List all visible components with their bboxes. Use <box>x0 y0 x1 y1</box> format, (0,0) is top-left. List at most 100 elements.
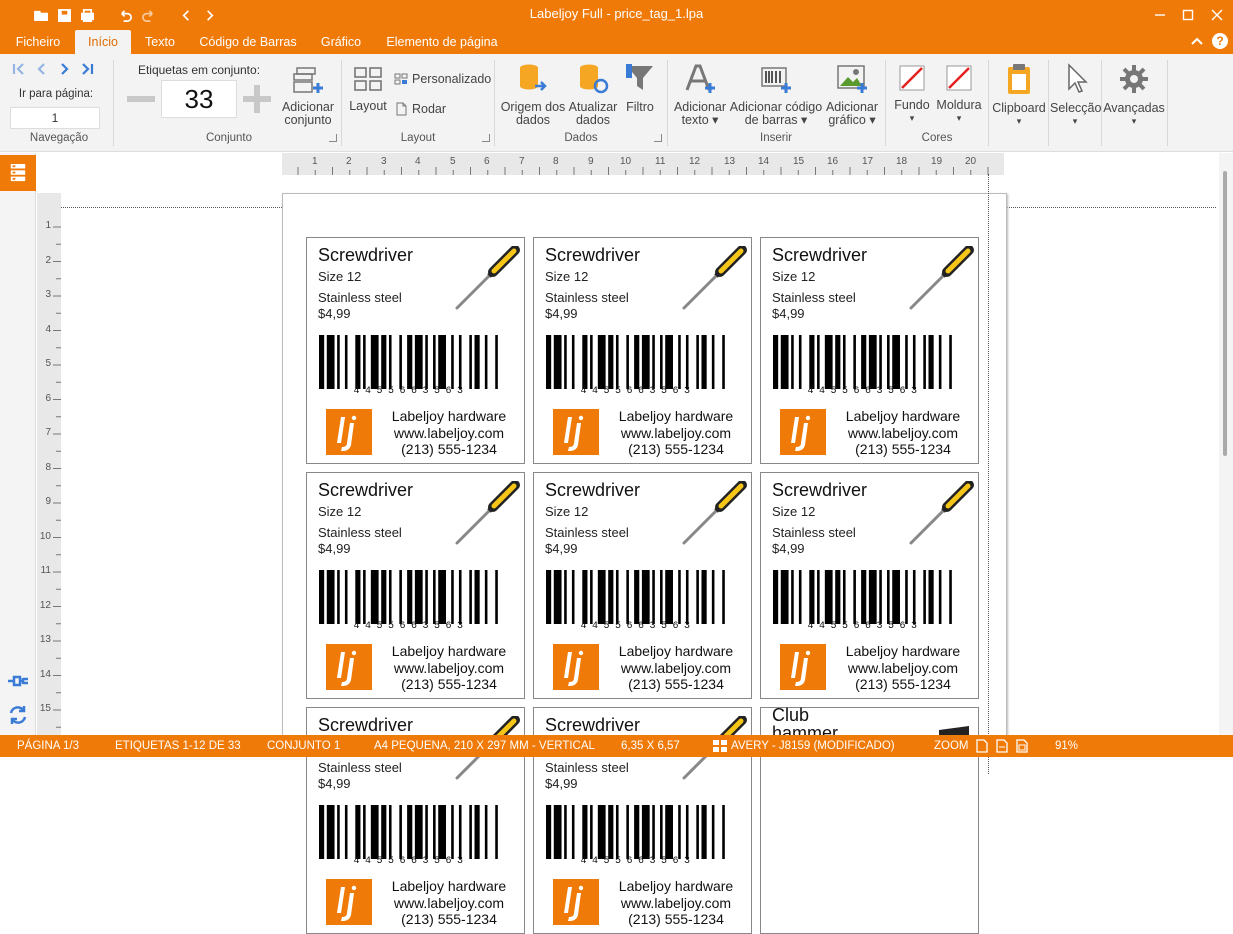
label-price: $4,99 <box>318 776 351 791</box>
first-page-icon[interactable] <box>12 62 30 80</box>
tab-texto[interactable]: Texto <box>138 30 182 54</box>
label-material: Stainless steel <box>545 290 629 305</box>
add-text-icon <box>685 64 715 93</box>
screwdriver-icon <box>680 480 750 550</box>
tab-grafico[interactable]: Gráfico <box>313 30 369 54</box>
ruler-number: 1 <box>312 156 318 167</box>
vertical-ruler: 1 2 3 4 5 6 7 8 9 10 11 12 13 14 15 <box>37 193 61 735</box>
rotate-label: Rodar <box>412 102 447 116</box>
dropdown-arrow-icon: ▾ <box>909 113 915 123</box>
price-tag-label[interactable]: Screwdriver Size 12 Stainless steel$4,99 44… <box>760 237 979 464</box>
tab-codigo-de-barras[interactable]: Código de Barras <box>196 30 300 54</box>
status-page: PÁGINA 1/3 <box>17 740 80 752</box>
add-set-button[interactable]: Adicionar conjunto <box>278 64 338 127</box>
label-size: Size 12 <box>545 269 589 284</box>
group-launcher-icon[interactable] <box>654 134 662 142</box>
zoom-width-icon[interactable] <box>996 739 1008 753</box>
company-web: www.labeljoy.com <box>393 895 505 911</box>
layout-button[interactable]: Layout <box>347 66 389 113</box>
price-tag-label[interactable]: Screwdriver Size 12 Stainless steel$4,99 44… <box>306 237 525 464</box>
label-title: Screwdriver <box>545 480 641 500</box>
group-launcher-icon[interactable] <box>329 134 337 142</box>
update-data-button[interactable]: Atualizar dados <box>566 62 620 127</box>
ruler-number: 2 <box>346 156 352 167</box>
tab-elemento-de-pagina[interactable]: Elemento de página <box>382 30 502 54</box>
collapse-ribbon-icon[interactable] <box>1189 33 1205 49</box>
advanced-button[interactable]: Avançadas ▾ <box>1103 62 1165 128</box>
ruler-number: 5 <box>45 358 51 369</box>
rotate-button[interactable]: Rodar <box>394 101 446 117</box>
company-name: Labeljoy hardware <box>618 878 734 894</box>
company-phone: (213) 555-1234 <box>855 676 951 692</box>
tab-ficheiro[interactable]: Ficheiro <box>8 30 68 54</box>
zoom-fit-icon[interactable] <box>1016 739 1028 753</box>
data-source-button[interactable]: Origem dos dados <box>499 62 567 127</box>
next-page-icon[interactable] <box>57 62 75 80</box>
minimize-icon[interactable] <box>1147 4 1173 26</box>
labeljoy-logo <box>780 644 826 690</box>
label-material: Stainless steel <box>545 525 629 540</box>
ruler-number: 9 <box>588 156 594 167</box>
company-name: Labeljoy hardware <box>845 643 961 659</box>
add-barcode-button[interactable]: Adicionar código de barras ▾ <box>729 62 823 127</box>
ruler-number: 13 <box>724 156 736 167</box>
company-name: Labeljoy hardware <box>618 643 734 659</box>
ruler-number: 18 <box>896 156 908 167</box>
frame-color-button[interactable]: Moldura ▾ <box>934 64 984 125</box>
price-tag-label[interactable]: Screwdriver Size 12 Stainless steel$4,99 44… <box>533 237 752 464</box>
filter-button[interactable]: Filtro <box>620 62 660 114</box>
close-icon[interactable] <box>1204 4 1230 26</box>
barcode-number: 4455663563 <box>353 856 469 867</box>
prev-page-icon[interactable] <box>35 62 53 80</box>
help-icon[interactable]: ? <box>1212 33 1228 49</box>
page[interactable]: Screwdriver Size 12 Stainless steel $4,99 44… <box>282 174 1007 934</box>
set-count-input[interactable]: 33 <box>161 80 237 118</box>
price-tag-label[interactable]: Screwdriver Size 12 Stainless steel$4,99 44… <box>533 472 752 699</box>
add-text-button[interactable]: Adicionar texto ▾ <box>671 62 729 127</box>
company-phone: (213) 555-1234 <box>628 441 724 457</box>
group-launcher-icon[interactable] <box>482 134 490 142</box>
company-web: www.labeljoy.com <box>393 425 505 441</box>
gear-icon <box>1120 65 1148 93</box>
barcode <box>319 335 503 389</box>
scrollbar-thumb[interactable] <box>1223 171 1227 456</box>
last-page-icon[interactable] <box>80 62 98 80</box>
plug-icon[interactable] <box>6 669 30 693</box>
barcode-number: 4455663563 <box>580 386 696 397</box>
ruler-number: 20 <box>965 156 977 167</box>
labels-list-icon[interactable] <box>0 155 36 191</box>
label-material: Stainless steel <box>545 760 629 775</box>
dropdown-arrow-icon: ▾ <box>956 113 962 123</box>
selection-button[interactable]: Selecção ▾ <box>1050 62 1102 128</box>
go-to-page-label: Ir para página: <box>18 88 94 100</box>
label-material: Stainless steel <box>772 525 856 540</box>
status-bar: PÁGINA 1/3 ETIQUETAS 1-12 DE 33 CONJUNTO… <box>0 735 1233 757</box>
tab-inicio[interactable]: Início <box>75 30 131 54</box>
page-input[interactable]: 1 <box>10 107 100 129</box>
custom-button[interactable]: Personalizado <box>394 71 491 87</box>
vertical-scrollbar[interactable] <box>1219 153 1233 735</box>
add-graphic-button[interactable]: Adicionar gráfico ▾ <box>823 62 881 127</box>
filter-label: Filtro <box>626 100 654 114</box>
plus-icon[interactable] <box>242 84 272 114</box>
screwdriver-icon <box>907 480 977 550</box>
company-name: Labeljoy hardware <box>391 408 507 424</box>
screwdriver-icon <box>680 245 750 315</box>
ruler-number: 4 <box>45 324 51 335</box>
minus-icon[interactable] <box>126 84 156 114</box>
price-tag-label[interactable]: Screwdriver Size 12 Stainless steel$4,99 44… <box>760 472 979 699</box>
ruler-number: 8 <box>45 462 51 473</box>
layout-label: Layout <box>349 99 387 113</box>
price-tag-label[interactable]: Screwdriver Size 12 Stainless steel$4,99 44… <box>306 472 525 699</box>
clipboard-button[interactable]: Clipboard ▾ <box>991 62 1047 128</box>
selection-label: Selecção <box>1050 101 1102 115</box>
company-name: Labeljoy hardware <box>391 878 507 894</box>
add-barcode-label-2: de barras ▾ <box>744 113 808 127</box>
maximize-icon[interactable] <box>1175 4 1201 26</box>
label-title: Screwdriver <box>545 245 641 265</box>
layout-grid-icon <box>354 67 382 91</box>
label-size: Size 12 <box>545 504 589 519</box>
background-color-button[interactable]: Fundo ▾ <box>890 64 934 125</box>
sync-icon[interactable] <box>6 703 30 727</box>
zoom-page-icon[interactable] <box>976 739 988 753</box>
